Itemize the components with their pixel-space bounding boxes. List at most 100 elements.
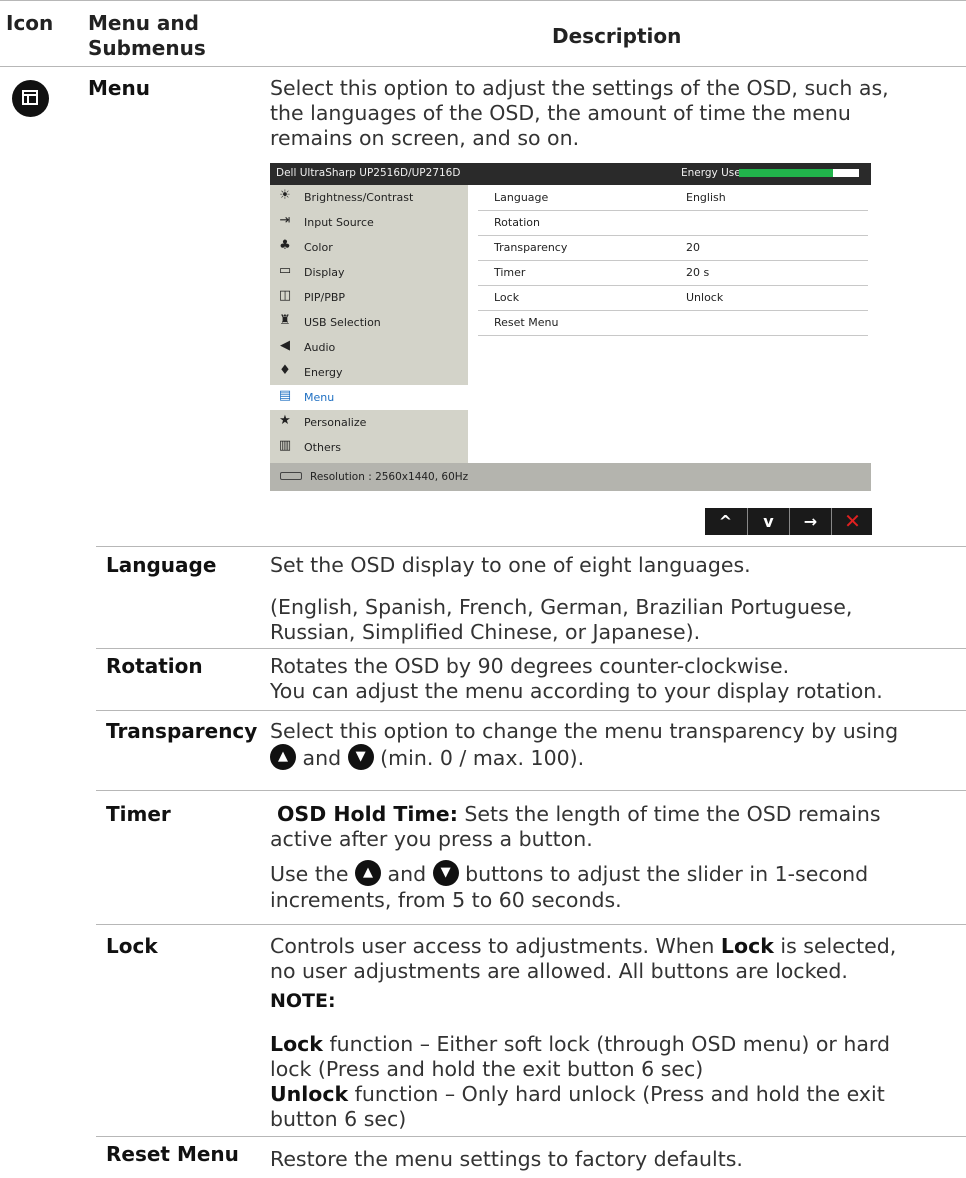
energy-use-bar	[739, 169, 859, 177]
transparency-and: and	[302, 746, 342, 770]
reset-menu-desc: Restore the menu settings to factory def…	[270, 1147, 743, 1171]
timer-label: Timer	[106, 802, 171, 826]
osd-submenu-key: Transparency	[494, 241, 568, 254]
transparency-desc-1: Select this option to change the menu tr…	[270, 719, 899, 743]
osd-submenu-row[interactable]: Language English	[478, 185, 868, 211]
osd-menu-item[interactable]: ◫ PIP/PBP	[270, 285, 468, 310]
osd-menu-item-label: USB Selection	[304, 316, 381, 329]
language-desc-1: Set the OSD display to one of eight lang…	[270, 553, 751, 577]
display-icon: ▭	[278, 263, 292, 278]
menu-label: Menu	[88, 76, 150, 100]
osd-screenshot: Dell UltraSharp UP2516D/UP2716D Energy U…	[270, 163, 871, 491]
rule-lock	[96, 924, 966, 925]
osd-menu-item-label: Others	[304, 441, 341, 454]
others-icon: ▥	[278, 438, 292, 453]
osd-submenu-value: English	[686, 191, 726, 204]
transparency-range: (min. 0 / max. 100).	[380, 746, 585, 770]
lock-note: NOTE:	[270, 990, 336, 1012]
osd-footer: Resolution : 2560x1440, 60Hz	[270, 463, 871, 491]
hdmi-port-icon	[280, 472, 302, 480]
osd-submenu-value: Unlock	[686, 291, 724, 304]
osd-menu-item[interactable]: ★ Personalize	[270, 410, 468, 435]
rotation-desc-2: You can adjust the menu according to you…	[270, 679, 883, 703]
lock-label: Lock	[106, 934, 158, 958]
up-circle-icon: ▲	[355, 860, 381, 886]
osd-menu-item[interactable]: ⇥ Input Source	[270, 210, 468, 235]
osd-title-bar: Dell UltraSharp UP2516D/UP2716D Energy U…	[270, 163, 871, 185]
osd-menu-item-label: Brightness/Contrast	[304, 191, 414, 204]
osd-submenu-row[interactable]: Timer 20 s	[478, 260, 868, 286]
osd-submenu-value: 20	[686, 241, 700, 254]
timer-buttons-rest: buttons to adjust the slider in 1-second	[465, 862, 869, 886]
osd-menu-item[interactable]: ♜ USB Selection	[270, 310, 468, 335]
osd-menu-item[interactable]: ♣ Color	[270, 235, 468, 260]
sun-icon: ☀	[279, 188, 291, 203]
osd-menu-item-label: Personalize	[304, 416, 367, 429]
timer-desc-1-rest: Sets the length of time the OSD remains	[457, 802, 881, 826]
language-desc-3: Russian, Simplified Chinese, or Japanese…	[270, 620, 701, 644]
star-icon: ★	[279, 413, 291, 428]
osd-menu-item-label: Energy	[304, 366, 343, 379]
osd-menu-item[interactable]: ▥ Others	[270, 435, 468, 460]
menu-window-icon	[12, 80, 49, 117]
timer-hold-bold: OSD Hold Time:	[277, 802, 458, 826]
up-circle-icon: ▲	[270, 744, 296, 770]
osd-submenu-key: Rotation	[494, 216, 541, 229]
lock-desc-1: Controls user access to adjustments. Whe…	[270, 934, 896, 959]
header-rule	[0, 66, 966, 67]
header-menu-line1: Menu and	[88, 11, 199, 35]
osd-resolution: Resolution : 2560x1440, 60Hz	[310, 471, 469, 483]
lock-desc-a: Controls user access to adjustments. Whe…	[270, 934, 721, 958]
lock-function-rest: function – Either soft lock (through OSD…	[322, 1032, 890, 1056]
top-rule	[0, 0, 966, 1]
osd-submenu-value: 20 s	[686, 266, 710, 279]
timer-desc-4: increments, from 5 to 60 seconds.	[270, 888, 622, 912]
timer-desc-1: OSD Hold Time: Sets the length of time t…	[277, 802, 881, 827]
osd-submenu-row[interactable]: Reset Menu	[478, 310, 868, 336]
color-icon: ♣	[279, 238, 291, 253]
up-button[interactable]: ^	[705, 508, 746, 535]
osd-submenu-row[interactable]: Transparency 20	[478, 235, 868, 261]
osd-menu-item-label: PIP/PBP	[304, 291, 346, 304]
rotation-desc-1: Rotates the OSD by 90 degrees counter-cl…	[270, 654, 790, 678]
down-button[interactable]: v	[747, 508, 789, 535]
osd-menu-item-label: Input Source	[304, 216, 374, 229]
timer-and: and	[387, 862, 427, 886]
osd-energy-label: Energy Use	[681, 167, 741, 179]
timer-desc-3: Use the ▲ and ▼ buttons to adjust the sl…	[270, 860, 869, 888]
unlock-function-1: Unlock function – Only hard unlock (Pres…	[270, 1082, 885, 1107]
pip-icon: ◫	[278, 288, 292, 303]
osd-submenu-key: Timer	[494, 266, 526, 279]
input-source-icon: ⇥	[279, 213, 291, 228]
osd-menu-item[interactable]: ♦ Energy	[270, 360, 468, 385]
osd-menu-item[interactable]: ▤ Menu	[270, 385, 468, 410]
header-description: Description	[552, 24, 682, 48]
transparency-desc-2: ▲ and ▼ (min. 0 / max. 100).	[270, 744, 585, 772]
lock-function-2: lock (Press and hold the exit button 6 s…	[270, 1057, 704, 1081]
osd-submenu: Language English Rotation Transparency 20 Tim…	[468, 185, 871, 463]
unlock-function-bold: Unlock	[270, 1082, 349, 1106]
rule-transparency	[96, 710, 966, 711]
energy-icon: ♦	[279, 363, 291, 378]
osd-menu-item[interactable]: ◀ Audio	[270, 335, 468, 360]
rule-language	[96, 546, 966, 547]
osd-submenu-row[interactable]: Lock Unlock	[478, 285, 868, 311]
osd-menu-item[interactable]: ▭ Display	[270, 260, 468, 285]
timer-use-the: Use the	[270, 862, 349, 886]
timer-desc-2: active after you press a button.	[270, 827, 593, 851]
rule-rotation	[96, 648, 966, 649]
osd-main-menu: ☀ Brightness/Contrast ⇥ Input Source ♣ Color ▭…	[270, 185, 468, 463]
enter-button[interactable]: →	[789, 508, 831, 535]
energy-use-fill	[739, 169, 833, 177]
osd-menu-item-label: Color	[304, 241, 333, 254]
osd-menu-item-label: Display	[304, 266, 345, 279]
rotation-label: Rotation	[106, 654, 203, 678]
exit-button[interactable]: ✕	[831, 508, 873, 535]
osd-menu-item[interactable]: ☀ Brightness/Contrast	[270, 185, 468, 210]
lock-desc-b: is selected,	[773, 934, 897, 958]
osd-menu-item-label: Menu	[304, 391, 335, 404]
menu-desc-1: Select this option to adjust the setting…	[270, 76, 889, 100]
rule-reset	[96, 1136, 966, 1137]
lock-desc-bold: Lock	[720, 934, 774, 958]
osd-submenu-row[interactable]: Rotation	[478, 210, 868, 236]
